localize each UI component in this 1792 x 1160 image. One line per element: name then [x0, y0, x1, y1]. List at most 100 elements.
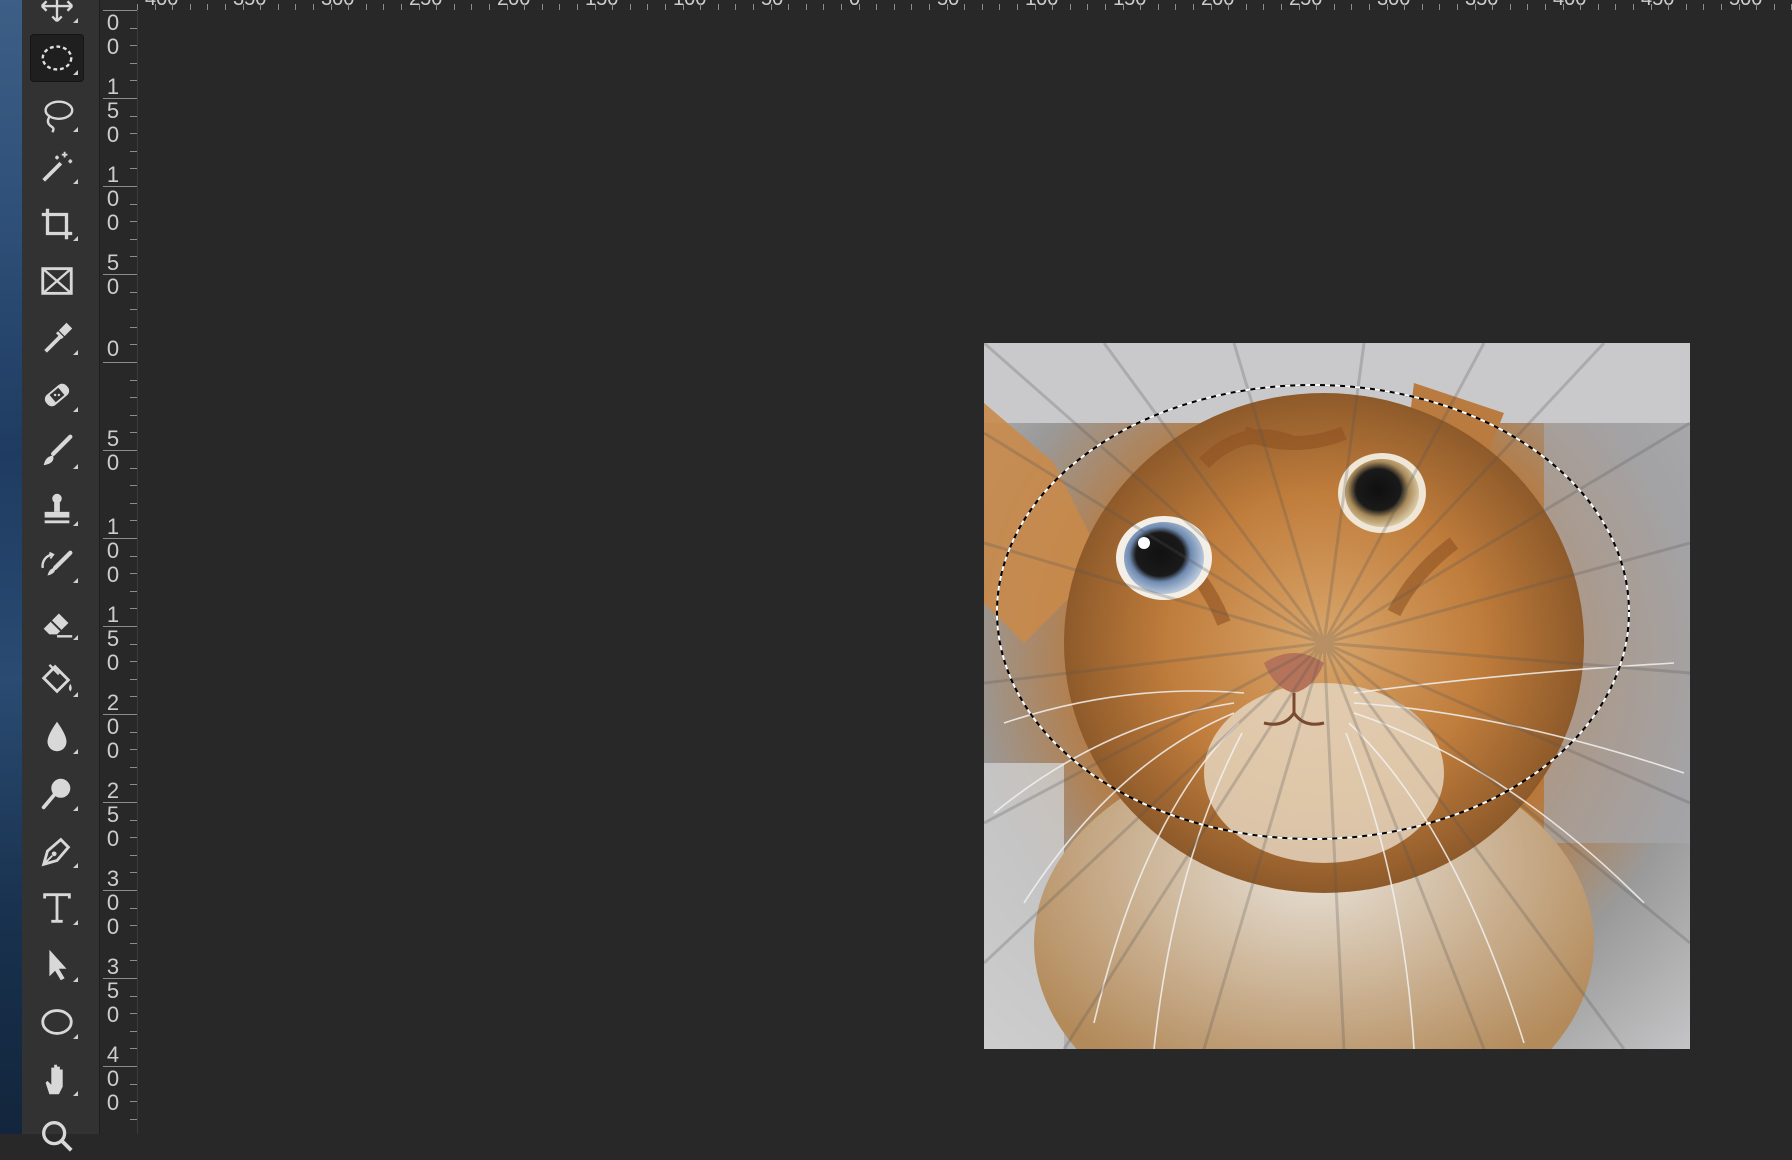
frame-tool-button[interactable] [30, 257, 84, 305]
vertical-ruler-label: 3 [106, 954, 120, 979]
vertical-ruler[interactable]: 0015010050050100150200250300350400 [100, 10, 138, 1134]
vertical-ruler-tick [130, 326, 137, 328]
drop-icon [47, 721, 67, 752]
vertical-ruler-tick [103, 274, 137, 275]
magnifier-icon [42, 1121, 73, 1152]
vertical-ruler-tick [130, 749, 137, 751]
vertical-ruler-tick [103, 450, 137, 451]
brush-tool-button[interactable] [30, 428, 84, 476]
zoom-tool-button[interactable] [30, 1112, 84, 1160]
vertical-ruler-tick [130, 731, 137, 733]
vertical-ruler-label: 5 [106, 626, 120, 651]
ellipse-marquee-icon [41, 45, 73, 71]
magic-wand-icon [42, 151, 73, 182]
vertical-ruler-tick [130, 203, 137, 205]
vertical-ruler-tick [130, 1083, 137, 1085]
vertical-ruler-tick [130, 62, 137, 64]
tools-panel [22, 0, 100, 1152]
vertical-ruler-label: 0 [106, 186, 120, 211]
vertical-ruler-tick [130, 854, 137, 856]
type-tool-button[interactable] [30, 884, 84, 932]
vertical-ruler-tick [130, 608, 137, 610]
vertical-ruler-tick [103, 802, 137, 803]
path-selection-tool-button[interactable] [30, 941, 84, 989]
vertical-ruler-label: 5 [106, 426, 120, 451]
hand-icon [45, 1064, 63, 1095]
ellipse-icon [41, 1009, 73, 1035]
vertical-ruler-tick [130, 291, 137, 293]
vertical-ruler-tick [130, 573, 137, 575]
vertical-ruler-tick [130, 1030, 137, 1032]
vertical-ruler-tick [103, 626, 137, 627]
cat-photo[interactable] [984, 343, 1690, 1049]
eyedropper-tool-button[interactable] [30, 314, 84, 362]
vertical-ruler-tick [130, 379, 137, 381]
dodge-icon [41, 778, 71, 810]
vertical-ruler-label: 0 [106, 738, 120, 763]
vertical-ruler-tick [130, 872, 137, 874]
brush-icon [43, 434, 73, 466]
vertical-ruler-label: 0 [106, 122, 120, 147]
vertical-ruler-tick [130, 467, 137, 469]
vertical-ruler-tick [130, 309, 137, 311]
vertical-ruler-tick [130, 555, 137, 557]
elliptical-marquee-tool-button[interactable] [30, 34, 84, 82]
vertical-ruler-label: 0 [106, 650, 120, 675]
eraser-icon [43, 613, 73, 638]
vertical-ruler-label: 0 [106, 538, 120, 563]
vertical-ruler-label: 1 [106, 74, 120, 99]
magic-wand-tool-button[interactable] [30, 143, 84, 191]
vertical-ruler-tick [103, 538, 137, 539]
move-icon [40, 0, 74, 23]
vertical-ruler-label: 0 [106, 1002, 120, 1027]
clone-stamp-tool-button[interactable] [30, 485, 84, 533]
lasso-tool-button[interactable] [30, 91, 84, 139]
history-brush-icon [41, 550, 73, 576]
vertical-ruler-label: 0 [106, 890, 120, 915]
paint-bucket-tool-button[interactable] [30, 656, 84, 704]
vertical-ruler-label: 4 [106, 1042, 120, 1067]
eraser-tool-button[interactable] [30, 599, 84, 647]
vertical-ruler-tick [103, 362, 137, 363]
vertical-ruler-tick [130, 520, 137, 522]
vertical-ruler-tick [130, 133, 137, 135]
vertical-ruler-label: 0 [106, 336, 120, 361]
vertical-ruler-label: 1 [106, 514, 120, 539]
frame-icon [41, 267, 73, 295]
blur-tool-button[interactable] [30, 713, 84, 761]
vertical-ruler-tick [130, 397, 137, 399]
vertical-ruler-label: 0 [106, 210, 120, 235]
vertical-ruler-label: 0 [106, 450, 120, 475]
hand-tool-button[interactable] [30, 1055, 84, 1103]
dodge-tool-button[interactable] [30, 770, 84, 818]
cat-image-layer [984, 343, 1690, 1049]
vertical-ruler-tick [130, 150, 137, 152]
history-brush-tool-button[interactable] [30, 542, 84, 590]
vertical-ruler-tick [130, 590, 137, 592]
vertical-ruler-label: 2 [106, 690, 120, 715]
lasso-icon [44, 100, 74, 133]
vertical-ruler-tick [130, 819, 137, 821]
arrow-pointer-icon [49, 949, 67, 981]
crop-tool-button[interactable] [30, 200, 84, 248]
ellipse-tool-button[interactable] [30, 998, 84, 1046]
vertical-ruler-label: 0 [106, 1066, 120, 1091]
vertical-ruler-tick [130, 1101, 137, 1103]
vertical-ruler-label: 0 [106, 1090, 120, 1115]
vertical-ruler-tick [130, 942, 137, 944]
vertical-ruler-tick [130, 238, 137, 240]
vertical-ruler-tick [130, 414, 137, 416]
pen-tool-button[interactable] [30, 827, 84, 875]
vertical-ruler-tick [130, 907, 137, 909]
move-tool-button[interactable] [30, 0, 84, 30]
stamp-icon [44, 493, 70, 524]
vertical-ruler-tick [103, 10, 137, 11]
vertical-ruler-tick [130, 766, 137, 768]
vertical-ruler-tick [130, 1013, 137, 1015]
document-canvas[interactable] [138, 10, 1792, 1134]
healing-brush-tool-button[interactable] [30, 371, 84, 419]
vertical-ruler-tick [130, 696, 137, 698]
vertical-ruler-label: 5 [106, 250, 120, 275]
vertical-ruler-tick [130, 1048, 137, 1050]
ruler-origin[interactable] [100, 0, 137, 10]
